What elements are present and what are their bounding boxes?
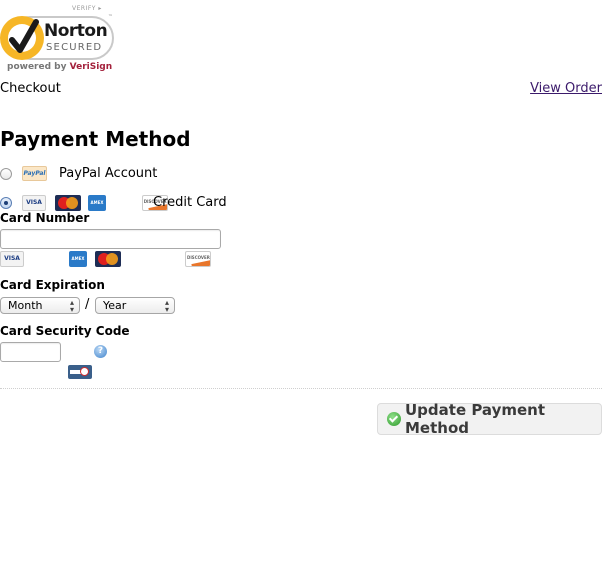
expiration-separator: / <box>85 297 90 312</box>
help-icon[interactable]: ? <box>94 345 107 358</box>
card-expiration-label: Card Expiration <box>0 278 105 292</box>
discover-icon: DISCOVER <box>185 251 212 267</box>
year-value: Year <box>103 299 127 312</box>
amex-icon: AMEX <box>88 195 106 211</box>
mastercard-icon <box>95 251 122 267</box>
month-select[interactable]: Month ▴ ▾ <box>0 297 80 314</box>
trademark: ™ <box>108 14 113 20</box>
powered-by: powered by VeriSign <box>7 62 112 72</box>
update-payment-method-button[interactable]: Update Payment Method <box>377 401 602 437</box>
select-arrows-icon: ▴ ▾ <box>164 298 169 314</box>
year-select[interactable]: Year ▴ ▾ <box>95 297 175 314</box>
check-circle-icon <box>387 412 401 426</box>
visa-icon: VISA <box>22 195 46 211</box>
norton-brand: Norton <box>44 21 108 41</box>
visa-icon: VISA <box>0 251 24 267</box>
mastercard-icon <box>55 195 81 211</box>
divider <box>0 388 602 389</box>
cvv-card-icon <box>68 365 92 379</box>
select-arrows-icon: ▴ ▾ <box>69 298 74 314</box>
norton-check-logo <box>0 16 44 60</box>
paypal-label[interactable]: PayPal Account <box>59 166 157 181</box>
norton-secured-badge[interactable]: VERIFY ▸ ™ Norton SECURED powered by Ver… <box>0 4 118 74</box>
verisign-brand: VeriSign <box>69 62 113 72</box>
checkmark-icon <box>9 19 39 53</box>
verify-label: VERIFY ▸ <box>72 5 102 12</box>
month-value: Month <box>8 299 43 312</box>
security-code-label: Card Security Code <box>0 324 130 338</box>
amex-icon: AMEX <box>69 251 87 267</box>
paypal-icon: PayPal <box>22 166 47 181</box>
page-title: Payment Method <box>0 127 191 151</box>
update-button-label: Update Payment Method <box>405 401 546 437</box>
paypal-radio[interactable] <box>0 168 12 180</box>
credit-card-label[interactable]: Credit Card <box>153 195 227 210</box>
powered-by-text: powered by <box>7 62 67 72</box>
credit-card-radio[interactable] <box>0 197 12 209</box>
secured-label: SECURED <box>46 42 103 53</box>
checkout-label: Checkout <box>0 81 61 96</box>
card-number-input[interactable] <box>0 229 221 249</box>
view-order-link[interactable]: View Order <box>530 81 602 96</box>
card-number-label: Card Number <box>0 211 90 225</box>
security-code-input[interactable] <box>0 342 61 362</box>
